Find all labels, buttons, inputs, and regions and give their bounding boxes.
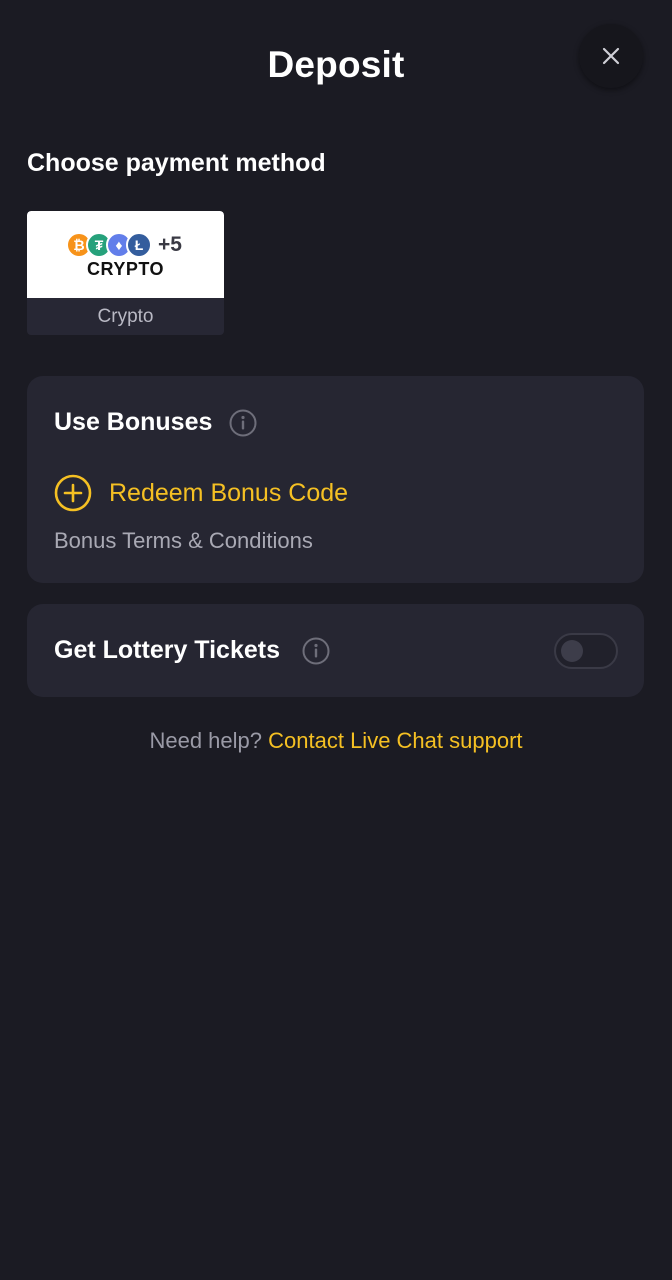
toggle-knob — [561, 640, 583, 662]
help-text: Need help? — [149, 728, 263, 753]
plus-circle-icon — [54, 474, 92, 512]
crypto-logo-text: CRYPTO — [86, 259, 164, 279]
payment-method-heading: Choose payment method — [27, 149, 326, 177]
litecoin-icon: Ł — [126, 232, 152, 258]
page-title: Deposit — [267, 44, 405, 85]
bonuses-card: Use Bonuses Redeem Bonus Code Bonus Term… — [27, 376, 644, 583]
redeem-bonus-code-label: Redeem Bonus Code — [109, 478, 349, 507]
lottery-card: Get Lottery Tickets — [27, 604, 644, 697]
close-button[interactable] — [579, 24, 643, 88]
lottery-title: Get Lottery Tickets — [54, 636, 281, 664]
deposit-modal: Deposit Choose payment method ₿ ₮ ♦ Ł +5… — [0, 0, 672, 1280]
payment-method-label: Crypto — [97, 306, 154, 327]
help-line: Need help? Contact Live Chat support — [0, 728, 672, 754]
crypto-logo: ₿ ₮ ♦ Ł +5 CRYPTO — [27, 211, 224, 298]
lottery-toggle[interactable] — [554, 633, 618, 669]
info-icon[interactable] — [229, 409, 257, 437]
bonuses-title: Use Bonuses — [54, 408, 213, 436]
bonus-terms-link[interactable]: Bonus Terms & Conditions — [54, 528, 313, 554]
payment-method-crypto[interactable]: ₿ ₮ ♦ Ł +5 CRYPTO Crypto — [27, 211, 224, 335]
extra-coins-count: +5 — [158, 233, 182, 256]
live-chat-support-link[interactable]: Contact Live Chat support — [268, 728, 522, 753]
redeem-bonus-code-button[interactable]: Redeem Bonus Code — [54, 474, 348, 512]
info-icon[interactable] — [302, 637, 330, 665]
close-icon — [602, 47, 620, 65]
coin-row: ₿ ₮ ♦ Ł +5 — [66, 232, 182, 258]
